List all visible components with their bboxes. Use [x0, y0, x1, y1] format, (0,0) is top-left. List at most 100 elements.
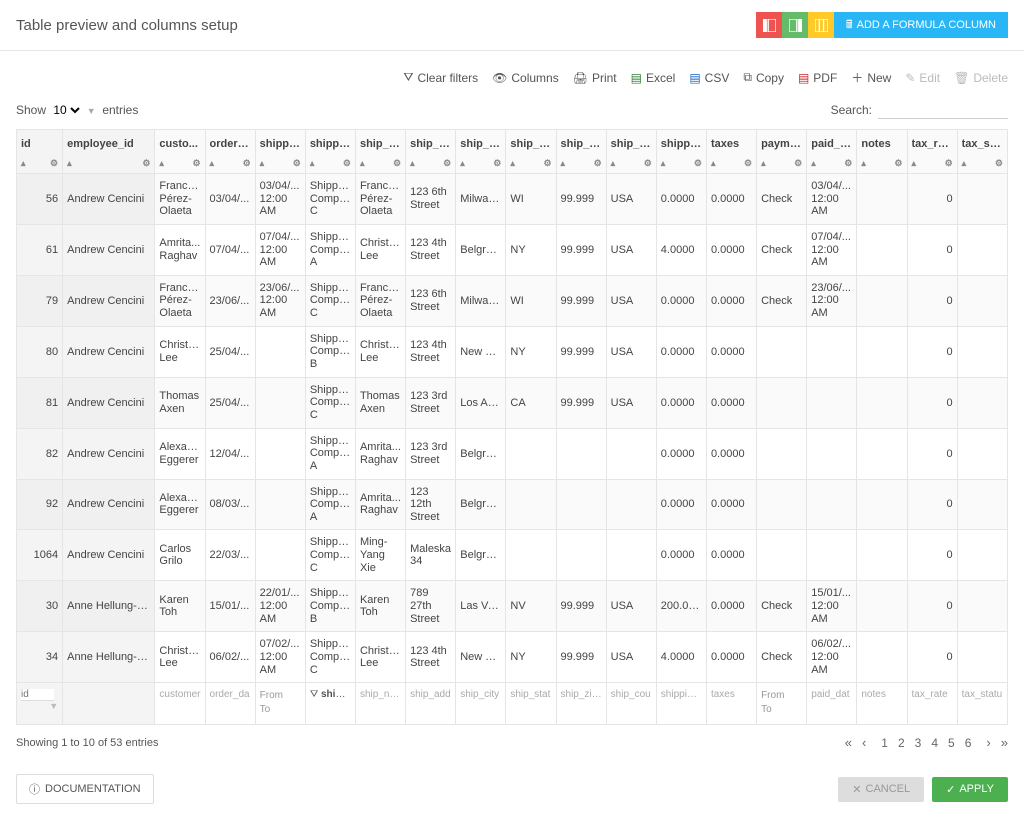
columns-green-button[interactable]: [782, 12, 808, 38]
apply-button[interactable]: ✓APPLY: [932, 777, 1008, 802]
sort-icon[interactable]: [360, 158, 365, 169]
sort-icon[interactable]: [561, 158, 566, 169]
filter-payment-to[interactable]: To: [761, 703, 802, 717]
documentation-button[interactable]: ⓘDOCUMENTATION: [16, 774, 154, 804]
columns-red-button[interactable]: [756, 12, 782, 38]
sort-icon[interactable]: [310, 158, 315, 169]
column-header[interactable]: paid_d...: [807, 130, 857, 174]
column-header[interactable]: id: [17, 130, 63, 174]
filter-shipper-id[interactable]: shipper_id: [321, 689, 355, 700]
page-number[interactable]: 2: [898, 736, 905, 750]
filter-ship-name[interactable]: ship_nam: [360, 689, 403, 700]
cancel-button[interactable]: ✕CANCEL: [838, 777, 924, 802]
gear-icon[interactable]: [995, 158, 1003, 169]
table-row[interactable]: 79Andrew CenciniFrancisco Pérez-Olaeta23…: [17, 275, 1008, 326]
page-prev[interactable]: ‹: [862, 735, 866, 750]
filter-payment-from[interactable]: From: [761, 689, 802, 703]
new-button[interactable]: ＋New: [851, 69, 891, 86]
page-next[interactable]: ›: [986, 735, 990, 750]
table-row[interactable]: 34Anne Hellung-LarsenChristina Lee06/02/…: [17, 632, 1008, 683]
filter-tax-rate[interactable]: tax_rate: [912, 689, 948, 700]
sort-icon[interactable]: [159, 158, 164, 169]
filter-customer[interactable]: customer: [159, 689, 200, 700]
csv-button[interactable]: ▤CSV: [689, 69, 729, 86]
sort-icon[interactable]: [460, 158, 465, 169]
gear-icon[interactable]: [894, 158, 902, 169]
filter-ship-state[interactable]: ship_stat: [510, 689, 550, 700]
filter-tax-status[interactable]: tax_statu: [962, 689, 1003, 700]
add-formula-column-button[interactable]: 🖩 ADD A FORMULA COLUMN: [834, 12, 1008, 38]
sort-icon[interactable]: [21, 158, 26, 169]
filter-ship-country[interactable]: ship_cou: [611, 689, 651, 700]
page-first[interactable]: «: [845, 735, 852, 750]
column-header[interactable]: ship_zi...: [556, 130, 606, 174]
sort-icon[interactable]: [661, 158, 666, 169]
gear-icon[interactable]: [50, 158, 58, 169]
sort-icon[interactable]: [611, 158, 616, 169]
column-header[interactable]: employee_id: [63, 130, 155, 174]
sort-icon[interactable]: [811, 158, 816, 169]
print-button[interactable]: 🖨Print: [573, 69, 617, 86]
filter-taxes[interactable]: taxes: [711, 689, 735, 700]
filter-ship-addr[interactable]: ship_add: [410, 689, 451, 700]
filter-ship-zip[interactable]: ship_zip_: [561, 689, 603, 700]
column-header[interactable]: order_...: [205, 130, 255, 174]
gear-icon[interactable]: [694, 158, 702, 169]
page-number[interactable]: 1: [881, 736, 888, 750]
column-header[interactable]: notes: [857, 130, 907, 174]
gear-icon[interactable]: [393, 158, 401, 169]
sort-icon[interactable]: [861, 158, 866, 169]
filter-id[interactable]: [21, 689, 54, 701]
filter-shipped-from[interactable]: From: [260, 689, 301, 703]
sort-icon[interactable]: [210, 158, 215, 169]
gear-icon[interactable]: [794, 158, 802, 169]
gear-icon[interactable]: [243, 158, 251, 169]
table-row[interactable]: 61Andrew CenciniAmrita... Raghav07/04/..…: [17, 224, 1008, 275]
search-input[interactable]: [878, 100, 1008, 119]
gear-icon[interactable]: [744, 158, 752, 169]
page-number[interactable]: 6: [965, 736, 972, 750]
sort-icon[interactable]: [260, 158, 265, 169]
sort-icon[interactable]: [410, 158, 415, 169]
filter-order-date[interactable]: order_da: [210, 689, 250, 700]
excel-button[interactable]: ▤Excel: [631, 69, 676, 86]
column-header[interactable]: custo...: [155, 130, 205, 174]
sort-icon[interactable]: [761, 158, 766, 169]
column-header[interactable]: payme...: [757, 130, 807, 174]
copy-button[interactable]: ⧉Copy: [743, 69, 784, 86]
sort-icon[interactable]: [912, 158, 917, 169]
table-row[interactable]: 82Andrew CenciniAlexan... Eggerer12/04/.…: [17, 428, 1008, 479]
columns-button[interactable]: 👁Columns: [492, 69, 559, 86]
gear-icon[interactable]: [945, 158, 953, 169]
column-header[interactable]: ship_st...: [506, 130, 556, 174]
column-header[interactable]: tax_rate: [907, 130, 957, 174]
filter-shipping[interactable]: shipping_: [661, 689, 704, 700]
page-number[interactable]: 3: [915, 736, 922, 750]
filter-ship-city[interactable]: ship_city: [460, 689, 499, 700]
column-header[interactable]: ship_a...: [406, 130, 456, 174]
table-row[interactable]: 1064Andrew CenciniCarlos Grilo22/03/...S…: [17, 530, 1008, 581]
table-row[interactable]: 80Andrew CenciniChristina Lee25/04/...Sh…: [17, 326, 1008, 377]
delete-button[interactable]: 🗑Delete: [954, 69, 1008, 86]
gear-icon[interactable]: [142, 158, 150, 169]
column-header[interactable]: tax_sta...: [957, 130, 1007, 174]
gear-icon[interactable]: [493, 158, 501, 169]
column-header[interactable]: shippe...: [305, 130, 355, 174]
page-number[interactable]: 4: [931, 736, 938, 750]
clear-filters-button[interactable]: ⛛Clear filters: [403, 69, 478, 86]
pdf-button[interactable]: ▤PDF: [798, 69, 837, 86]
sort-icon[interactable]: [711, 158, 716, 169]
sort-icon[interactable]: [67, 158, 72, 169]
table-row[interactable]: 92Andrew CenciniAlexan... Eggerer08/03/.…: [17, 479, 1008, 530]
column-header[interactable]: taxes: [706, 130, 756, 174]
column-header[interactable]: shippe...: [255, 130, 305, 174]
gear-icon[interactable]: [644, 158, 652, 169]
gear-icon[interactable]: [543, 158, 551, 169]
gear-icon[interactable]: [192, 158, 200, 169]
gear-icon[interactable]: [343, 158, 351, 169]
columns-yellow-button[interactable]: [808, 12, 834, 38]
gear-icon[interactable]: [293, 158, 301, 169]
filter-notes[interactable]: notes: [861, 689, 885, 700]
gear-icon[interactable]: [594, 158, 602, 169]
gear-icon[interactable]: [844, 158, 852, 169]
